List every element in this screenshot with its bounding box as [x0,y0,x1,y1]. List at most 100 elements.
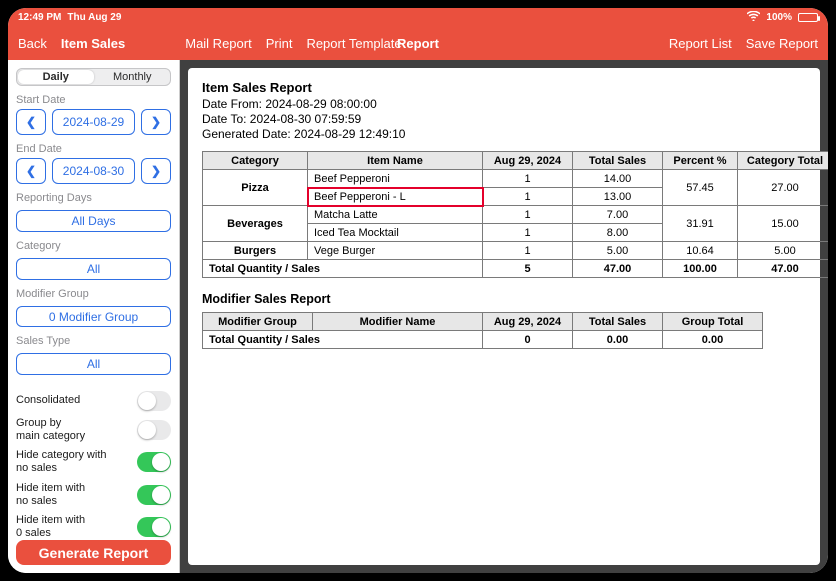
cell-qty: 1 [483,170,573,188]
mod-total-label: Total Quantity / Sales [203,331,483,349]
generate-report-button[interactable]: Generate Report [16,540,171,565]
start-date-prev[interactable]: ❮ [16,109,46,135]
total-label: Total Quantity / Sales [203,260,483,278]
mail-report-button[interactable]: Mail Report [185,36,251,51]
modifier-sales-table: Modifier Group Modifier Name Aug 29, 202… [202,312,763,349]
mod-total-gt: 0.00 [663,331,763,349]
mod-col-gtotal: Group Total [663,313,763,331]
report-template-button[interactable]: Report Template [306,36,401,51]
cell-total: 7.00 [573,206,663,224]
status-time: 12:49 PM [18,12,61,23]
toggle-hide-item-nosales-label: Hide item with no sales [16,482,85,508]
period-segmented[interactable]: Daily Monthly [16,68,171,86]
cell-total: 14.00 [573,170,663,188]
cell-percent: 10.64 [663,242,738,260]
segment-daily[interactable]: Daily [18,70,94,84]
category-label: Category [16,240,171,252]
toggle-hide-cat[interactable] [137,452,171,472]
status-bar: 12:49 PM Thu Aug 29 100% [8,8,828,26]
table-header-row: Category Item Name Aug 29, 2024 Total Sa… [203,152,829,170]
start-date-field[interactable]: 2024-08-29 [52,109,135,135]
cell-cat-total: 5.00 [738,242,829,260]
report-title: Item Sales Report [202,80,806,95]
sales-type-label: Sales Type [16,335,171,347]
save-report-button[interactable]: Save Report [746,36,818,51]
table-row: PizzaBeef Pepperoni114.0057.4527.00 [203,170,829,188]
start-date-next[interactable]: ❯ [141,109,171,135]
cell-percent: 57.45 [663,170,738,206]
end-date-label: End Date [16,143,171,155]
sidebar: Daily Monthly Start Date ❮ 2024-08-29 ❯ … [8,60,180,573]
toggle-hide-item-zero-label: Hide item with 0 sales [16,514,85,540]
cell-qty: 1 [483,242,573,260]
cell-category: Burgers [203,242,308,260]
col-cat-total: Category Total [738,152,829,170]
report-list-button[interactable]: Report List [669,36,732,51]
table-total-row: Total Quantity / Sales 5 47.00 100.00 47… [203,260,829,278]
back-button[interactable]: Back [18,36,47,51]
cell-qty: 1 [483,206,573,224]
report-date-from: Date From: 2024-08-29 08:00:00 [202,97,806,111]
battery-percent: 100% [766,12,792,23]
segment-monthly[interactable]: Monthly [95,69,171,85]
total-sales: 47.00 [573,260,663,278]
end-date-next[interactable]: ❯ [141,158,171,184]
cell-percent: 31.91 [663,206,738,242]
cell-item: Vege Burger [308,242,483,260]
report-paper: Item Sales Report Date From: 2024-08-29 … [188,68,820,565]
end-date-field[interactable]: 2024-08-30 [52,158,135,184]
modifier-group-select[interactable]: 0 Modifier Group [16,306,171,328]
toggle-hide-item-nosales[interactable] [137,485,171,505]
mod-total-row: Total Quantity / Sales 0 0.00 0.00 [203,331,763,349]
page-title: Item Sales [61,36,125,51]
total-qty: 5 [483,260,573,278]
item-sales-table: Category Item Name Aug 29, 2024 Total Sa… [202,151,828,278]
reporting-days-label: Reporting Days [16,192,171,204]
cell-qty: 1 [483,224,573,242]
toggle-group-main[interactable] [137,420,171,440]
toggle-hide-item-zero[interactable] [137,517,171,537]
col-total: Total Sales [573,152,663,170]
total-pct: 100.00 [663,260,738,278]
sales-type-select[interactable]: All [16,353,171,375]
cell-cat-total: 27.00 [738,170,829,206]
start-date-label: Start Date [16,94,171,106]
table-row: BeveragesMatcha Latte17.0031.9115.00 [203,206,829,224]
mod-col-group: Modifier Group [203,313,313,331]
content: Daily Monthly Start Date ❮ 2024-08-29 ❯ … [8,60,828,573]
col-category: Category [203,152,308,170]
device-frame: 12:49 PM Thu Aug 29 100% Back Item Sales… [0,0,836,581]
mod-total-qty: 0 [483,331,573,349]
cell-total: 5.00 [573,242,663,260]
report-viewport[interactable]: Item Sales Report Date From: 2024-08-29 … [180,60,828,573]
cell-category: Beverages [203,206,308,242]
total-ctot: 47.00 [738,260,829,278]
cell-item: Beef Pepperoni [308,170,483,188]
cell-item: Beef Pepperoni - L [308,188,483,206]
battery-icon [798,13,818,22]
cell-total: 13.00 [573,188,663,206]
category-select[interactable]: All [16,258,171,280]
screen: 12:49 PM Thu Aug 29 100% Back Item Sales… [8,8,828,573]
nav-bar: Back Item Sales Mail Report Print Report… [8,26,828,60]
col-percent: Percent % [663,152,738,170]
end-date-prev[interactable]: ❮ [16,158,46,184]
cell-cat-total: 15.00 [738,206,829,242]
print-button[interactable]: Print [266,36,293,51]
mod-col-total: Total Sales [573,313,663,331]
toggle-group-main-label: Group by main category [16,417,85,443]
report-generated: Generated Date: 2024-08-29 12:49:10 [202,127,806,141]
toggle-consolidated[interactable] [137,391,171,411]
mod-col-date1: Aug 29, 2024 [483,313,573,331]
col-item: Item Name [308,152,483,170]
table-row: BurgersVege Burger15.0010.645.00 [203,242,829,260]
reporting-days-select[interactable]: All Days [16,210,171,232]
mod-total-sales: 0.00 [573,331,663,349]
cell-total: 8.00 [573,224,663,242]
toggle-consolidated-label: Consolidated [16,394,80,407]
toggle-hide-cat-label: Hide category with no sales [16,449,107,475]
modifier-report-title: Modifier Sales Report [202,292,806,306]
mod-col-name: Modifier Name [313,313,483,331]
cell-item: Matcha Latte [308,206,483,224]
cell-item: Iced Tea Mocktail [308,224,483,242]
